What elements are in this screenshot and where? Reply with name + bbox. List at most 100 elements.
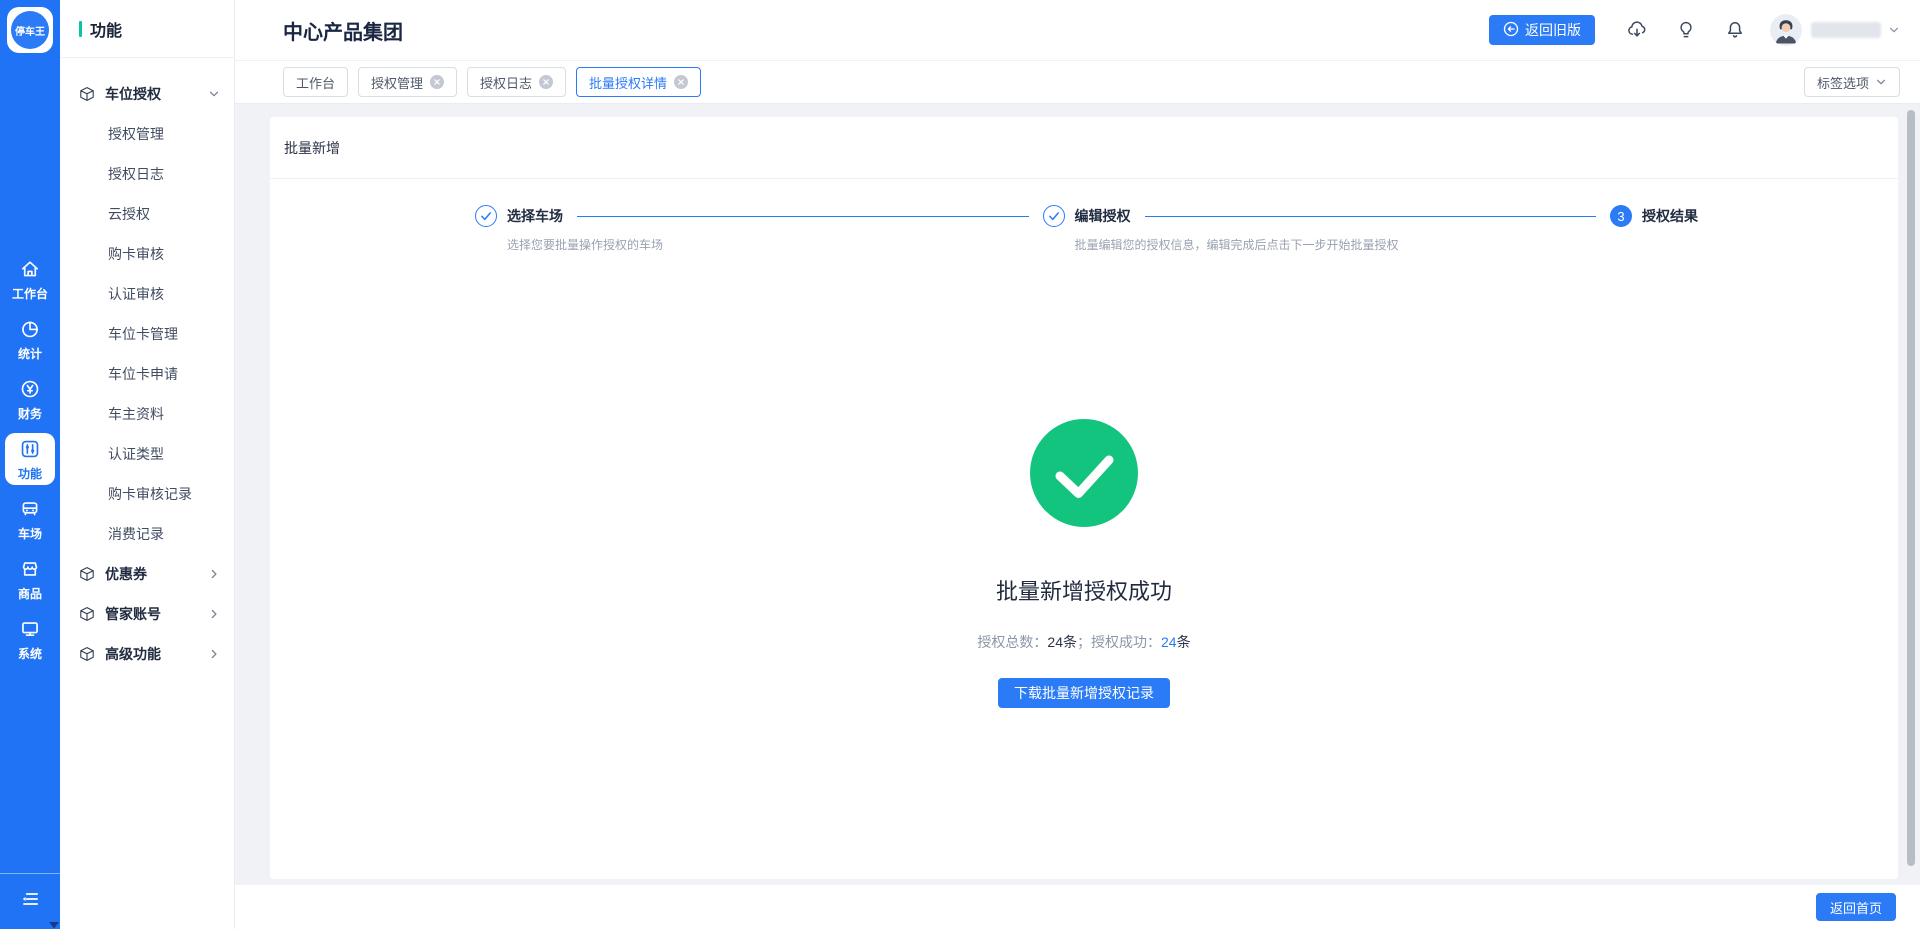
- rail-item-label: 系统: [17, 647, 42, 661]
- tab-workbench[interactable]: 工作台: [283, 67, 349, 97]
- topbar: 中心产品集团 返回旧版: [235, 0, 1920, 61]
- sidebar-item-cloud-auth[interactable]: 云授权: [60, 194, 234, 234]
- chevron-down-icon: [1875, 76, 1887, 88]
- sidebar-item-consume-record[interactable]: 消费记录: [60, 514, 234, 554]
- content-area: 批量新增 选择车场 选择您要批量操作授权的车场 编辑授权 批量编辑您的授权信息，…: [235, 104, 1920, 885]
- vertical-scrollbar-thumb[interactable]: [1907, 110, 1915, 866]
- result-stats: 授权总数：24条；授权成功：24条: [977, 632, 1190, 652]
- step-edit-auth: 编辑授权 批量编辑您的授权信息，编辑完成后点击下一步开始批量授权: [1042, 205, 1611, 253]
- close-icon[interactable]: [430, 75, 445, 89]
- pie-chart-icon: [19, 318, 41, 345]
- app-logo[interactable]: 停车王: [7, 7, 59, 929]
- monitor-icon: [19, 618, 41, 645]
- chevron-down-icon: [208, 88, 220, 100]
- stats-total-value: 24条: [1047, 634, 1077, 650]
- close-icon[interactable]: [539, 75, 554, 89]
- sidebar-item-auth-manage[interactable]: 授权管理: [60, 114, 234, 154]
- tab-label: 授权管理: [371, 75, 424, 91]
- rail-item-label: 商品: [17, 587, 42, 601]
- step-select-parking: 选择车场 选择您要批量操作授权的车场: [475, 205, 1043, 253]
- main-area: 中心产品集团 返回旧版 工作台 授权管理 授权日志 批量授权详情 标签选项 批量…: [235, 0, 1920, 929]
- cube-icon: [79, 566, 95, 582]
- cube-icon: [79, 646, 95, 662]
- step-connector: [577, 215, 1029, 217]
- sidebar-item-card-purchase-review[interactable]: 购卡审核: [60, 234, 234, 274]
- close-icon[interactable]: [674, 75, 689, 89]
- back-to-old-version-button[interactable]: 返回旧版: [1489, 15, 1595, 45]
- sliders-icon: [19, 438, 41, 465]
- stats-success-unit: 条: [1176, 634, 1191, 650]
- step-connector: [1144, 215, 1596, 217]
- sidebar-title: 功能: [90, 22, 123, 40]
- sidebar-item-certify-type[interactable]: 认证类型: [60, 434, 234, 474]
- rail-nav: 工作台 统计 财务 功能 车场 商品 系统: [0, 253, 60, 673]
- step-title: 选择车场: [507, 208, 563, 224]
- sidebar-group-label: 车位授权: [105, 86, 161, 102]
- rail-collapse-button[interactable]: [0, 873, 60, 929]
- stats-success-value: 24: [1161, 634, 1177, 650]
- menu-fold-icon: [19, 888, 41, 915]
- finance-yen-icon: [19, 378, 41, 405]
- sidebar-group-label: 优惠券: [105, 566, 147, 582]
- sidebar-group-label: 管家账号: [105, 606, 161, 622]
- sidebar-item-space-card-apply[interactable]: 车位卡申请: [60, 354, 234, 394]
- step-check-icon: [475, 205, 497, 227]
- step-title: 编辑授权: [1074, 208, 1131, 224]
- tabbar: 工作台 授权管理 授权日志 批量授权详情 标签选项: [235, 61, 1920, 104]
- chevron-right-icon: [208, 568, 220, 580]
- sidebar-title-accent: [79, 20, 82, 37]
- sidebar-group-manager-account[interactable]: 管家账号: [60, 594, 234, 634]
- sidebar-group-parking-auth[interactable]: 车位授权: [60, 74, 234, 114]
- user-avatar[interactable]: [1770, 14, 1802, 46]
- shop-icon: [19, 558, 41, 585]
- sidebar-group-advanced[interactable]: 高级功能: [60, 634, 234, 674]
- bell-icon[interactable]: [1724, 19, 1746, 41]
- chevron-down-icon[interactable]: [1888, 24, 1900, 36]
- card-title: 批量新增: [284, 139, 340, 156]
- batch-add-card: 批量新增 选择车场 选择您要批量操作授权的车场 编辑授权 批量编辑您的授权信息，…: [270, 117, 1898, 879]
- rail-item-workbench[interactable]: 工作台: [5, 253, 55, 305]
- tab-auth-manage[interactable]: 授权管理: [358, 67, 458, 97]
- back-home-button[interactable]: 返回首页: [1815, 893, 1896, 921]
- download-record-button[interactable]: 下载批量新增授权记录: [998, 678, 1170, 708]
- user-name-redacted: [1811, 22, 1881, 38]
- sidebar-group-coupon[interactable]: 优惠券: [60, 554, 234, 594]
- primary-rail: 停车王 工作台 统计 财务 功能 车场 商品 系统: [0, 0, 60, 929]
- sidebar-group-label: 高级功能: [105, 646, 161, 662]
- sidebar-header: 功能: [60, 0, 234, 58]
- tab-options-label: 标签选项: [1816, 75, 1869, 91]
- tab-options-button[interactable]: 标签选项: [1803, 67, 1900, 97]
- tab-batch-auth-detail[interactable]: 批量授权详情: [576, 67, 702, 97]
- sidebar-item-space-card-manage[interactable]: 车位卡管理: [60, 314, 234, 354]
- sidebar-item-purchase-review-record[interactable]: 购卡审核记录: [60, 474, 234, 514]
- step-auth-result: 3 授权结果: [1610, 205, 1698, 253]
- lightbulb-icon[interactable]: [1675, 19, 1697, 41]
- step-description: 选择您要批量操作授权的车场: [507, 238, 664, 252]
- cloud-download-icon[interactable]: [1626, 19, 1648, 41]
- sidebar-item-owner-profile[interactable]: 车主资料: [60, 394, 234, 434]
- cube-icon: [79, 86, 95, 102]
- stepper: 选择车场 选择您要批量操作授权的车场 编辑授权 批量编辑您的授权信息，编辑完成后…: [270, 179, 1898, 253]
- rail-item-system[interactable]: 系统: [5, 613, 55, 665]
- rail-item-functions[interactable]: 功能: [5, 433, 55, 485]
- topbar-right: 返回旧版: [1489, 14, 1900, 46]
- rail-item-finance[interactable]: 财务: [5, 373, 55, 425]
- sidebar-item-auth-log[interactable]: 授权日志: [60, 154, 234, 194]
- tab-auth-log[interactable]: 授权日志: [467, 67, 567, 97]
- result-panel: 批量新增授权成功 授权总数：24条；授权成功：24条 下载批量新增授权记录: [270, 419, 1898, 708]
- card-header: 批量新增: [270, 117, 1898, 179]
- rail-item-parking-lot[interactable]: 车场: [5, 493, 55, 545]
- rail-item-goods[interactable]: 商品: [5, 553, 55, 605]
- tab-label: 授权日志: [480, 75, 533, 91]
- footer-bar: 返回首页: [235, 885, 1920, 929]
- parking-bus-icon: [19, 498, 41, 525]
- rail-item-label: 功能: [17, 467, 42, 481]
- rail-item-label: 财务: [17, 407, 42, 421]
- step-body: 编辑授权 批量编辑您的授权信息，编辑完成后点击下一步开始批量授权: [1075, 205, 1611, 253]
- sidebar-menu: 车位授权 授权管理 授权日志 云授权 购卡审核 认证审核 车位卡管理 车位卡申请…: [60, 58, 234, 674]
- success-check-icon: [1030, 419, 1138, 532]
- rail-item-statistics[interactable]: 统计: [5, 313, 55, 365]
- step-title: 授权结果: [1642, 208, 1698, 224]
- sidebar-item-certify-review[interactable]: 认证审核: [60, 274, 234, 314]
- stats-total-label: 授权总数：: [977, 634, 1048, 650]
